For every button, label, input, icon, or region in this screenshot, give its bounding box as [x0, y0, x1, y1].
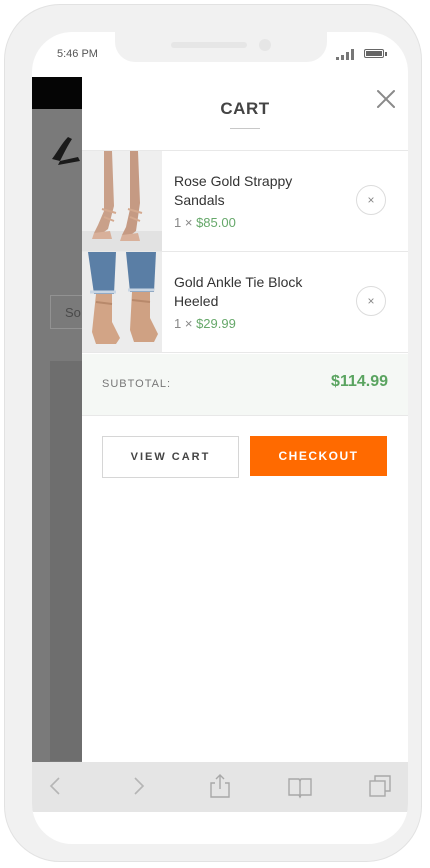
subtotal-label: SUBTOTAL:	[102, 378, 172, 390]
forward-arrow-icon[interactable]	[124, 772, 152, 800]
logo-icon	[52, 137, 80, 165]
view-cart-button[interactable]: VIEW CART	[102, 436, 239, 478]
speaker-grille	[171, 42, 247, 48]
product-thumbnail[interactable]	[82, 252, 162, 352]
phone-notch	[115, 32, 327, 62]
status-time: 5:46 PM	[57, 48, 98, 60]
title-underline	[230, 128, 260, 129]
cart-title: CART	[220, 99, 270, 118]
back-arrow-icon[interactable]	[42, 772, 70, 800]
close-icon[interactable]	[374, 87, 398, 111]
item-quantity: 1 ×	[174, 215, 193, 230]
signal-icon	[336, 49, 354, 60]
share-icon[interactable]	[206, 772, 234, 800]
subtotal-row: SUBTOTAL: $114.99	[82, 354, 408, 416]
front-camera	[259, 39, 271, 51]
bookmarks-icon[interactable]	[286, 772, 314, 800]
item-price: 1 × $29.99	[174, 316, 236, 331]
item-price: 1 × $85.00	[174, 215, 236, 230]
phone-frame: 5:46 PM So CART Rose Gold Strappy Sandal…	[4, 4, 422, 862]
cart-panel: CART Rose Gold Strappy Sandals 1 × $85.0…	[82, 77, 408, 762]
backdrop-product-image	[50, 361, 82, 761]
checkout-button[interactable]: CHECKOUT	[250, 436, 387, 476]
subtotal-value: $114.99	[331, 373, 388, 390]
cart-item: Gold Ankle Tie Block Heeled 1 × $29.99 ×	[82, 252, 408, 353]
phone-screen: 5:46 PM So CART Rose Gold Strappy Sandal…	[32, 32, 408, 844]
item-quantity: 1 ×	[174, 316, 193, 331]
product-thumbnail[interactable]	[82, 151, 162, 251]
tabs-icon[interactable]	[366, 772, 394, 800]
battery-icon	[364, 49, 387, 58]
item-amount: $29.99	[196, 316, 236, 331]
item-name[interactable]: Gold Ankle Tie Block Heeled	[174, 273, 334, 311]
page-backdrop: So	[32, 77, 90, 762]
item-amount: $85.00	[196, 215, 236, 230]
remove-item-button[interactable]: ×	[356, 185, 386, 215]
backdrop-topbar	[32, 77, 82, 109]
item-name[interactable]: Rose Gold Strappy Sandals	[174, 172, 334, 210]
remove-item-button[interactable]: ×	[356, 286, 386, 316]
browser-toolbar	[32, 762, 408, 812]
cart-item: Rose Gold Strappy Sandals 1 × $85.00 ×	[82, 151, 408, 252]
